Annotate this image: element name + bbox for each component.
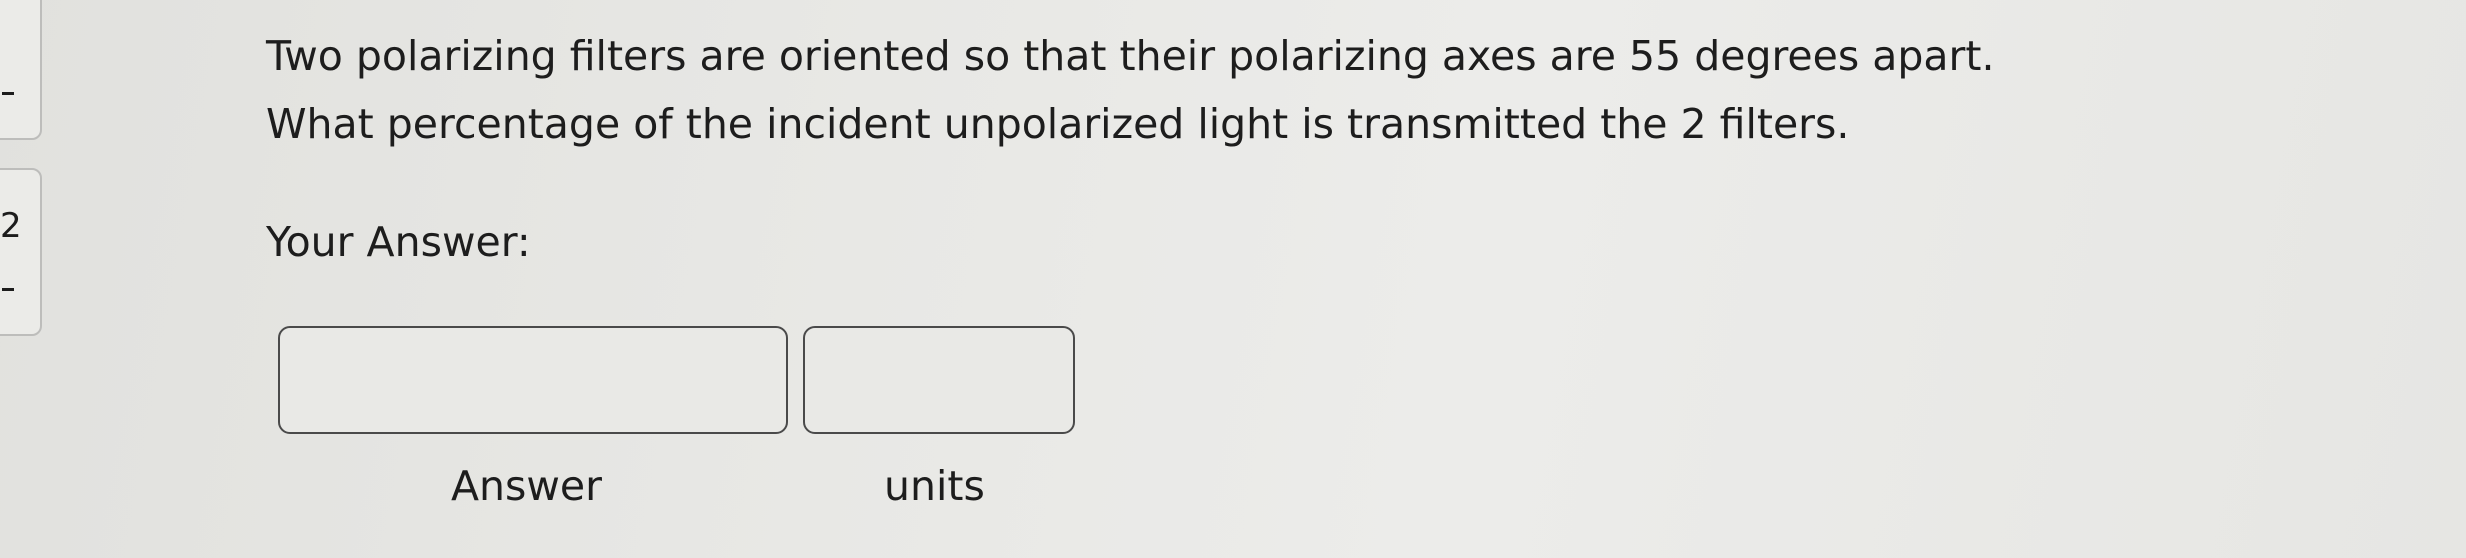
units-input-label: units <box>884 462 985 510</box>
question-line-1: Two polarizing filters are oriented so t… <box>266 32 1995 80</box>
answer-input[interactable] <box>278 326 788 434</box>
answer-input-label: Answer <box>451 462 603 510</box>
question-nav-number: 2 <box>0 206 22 246</box>
answer-heading: Your Answer: <box>266 218 531 266</box>
question-line-2: What percentage of the incident unpolari… <box>266 100 1850 148</box>
question-nav-item-1[interactable] <box>0 0 42 140</box>
question-text: Two polarizing filters are oriented so t… <box>266 22 1995 158</box>
question-nav-item-2[interactable]: 2 <box>0 168 42 336</box>
question-nav-status-dash <box>2 92 14 95</box>
question-nav-status-dash <box>2 288 14 291</box>
units-input[interactable] <box>803 326 1075 434</box>
